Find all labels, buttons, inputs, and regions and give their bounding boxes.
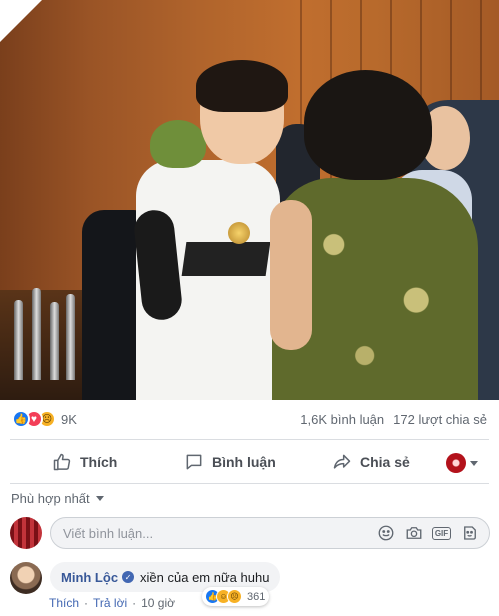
divider: [10, 483, 489, 484]
post-action-bar: Thích Bình luận Chia sẻ: [0, 443, 499, 481]
separator: ·: [132, 596, 137, 610]
comment-input-box[interactable]: GIF: [50, 517, 490, 549]
comment-reply-link[interactable]: Trả lời: [93, 596, 127, 610]
verified-badge-icon: ✓: [122, 571, 135, 583]
comments-count[interactable]: 1,6K bình luận: [300, 412, 384, 427]
comment-reaction-count: 361: [247, 590, 266, 603]
comment-sort-label: Phù hợp nhất: [11, 491, 90, 506]
comment-composer: GIF: [10, 516, 490, 550]
comment-sort-dropdown[interactable]: Phù hợp nhất: [11, 491, 104, 506]
avatar[interactable]: [10, 562, 42, 594]
gif-icon[interactable]: GIF: [431, 524, 452, 543]
chevron-down-icon: [95, 496, 104, 501]
comment-author[interactable]: Minh Lộc: [61, 570, 118, 585]
share-button-label: Chia sẻ: [360, 454, 410, 470]
emoji-icon[interactable]: [376, 524, 395, 543]
chevron-down-icon: [470, 460, 478, 466]
reaction-count[interactable]: 9K: [61, 412, 77, 427]
camera-icon[interactable]: [404, 524, 423, 543]
separator: ·: [84, 596, 89, 610]
like-icon: 👍: [12, 410, 30, 428]
divider: [10, 439, 489, 440]
react-as-page-selector[interactable]: [446, 453, 478, 473]
comment-icon: [186, 454, 202, 470]
comment-button[interactable]: Bình luận: [184, 452, 276, 472]
comment-like-link[interactable]: Thích: [49, 596, 79, 610]
post-stats-bar: 👍 ♥ ☹ 9K 1,6K bình luận 172 lượt chia sẻ: [0, 400, 499, 438]
shares-count[interactable]: 172 lượt chia sẻ: [393, 412, 487, 427]
post-photo[interactable]: [0, 0, 499, 400]
avatar[interactable]: [10, 517, 42, 549]
thumbs-up-icon: [53, 453, 71, 471]
comment-button-label: Bình luận: [212, 454, 276, 470]
share-icon: [333, 454, 351, 469]
like-button-label: Thích: [80, 454, 118, 470]
page-avatar: [446, 453, 466, 473]
comment-reactions[interactable]: 👍 ☺ ☹ 361: [202, 587, 270, 606]
share-button[interactable]: Chia sẻ: [332, 452, 410, 472]
comment-text: xiền của em nữa huhu: [140, 569, 270, 585]
sticker-icon[interactable]: [460, 524, 479, 543]
reaction-summary[interactable]: 👍 ♥ ☹ 9K: [12, 410, 77, 428]
comment-time[interactable]: 10 giờ: [141, 596, 175, 610]
like-button[interactable]: Thích: [52, 452, 117, 472]
comment-input[interactable]: [63, 525, 376, 541]
sad-icon: ☹: [227, 589, 242, 604]
comment-meta: Thích · Trả lời · 10 giờ: [49, 596, 175, 610]
